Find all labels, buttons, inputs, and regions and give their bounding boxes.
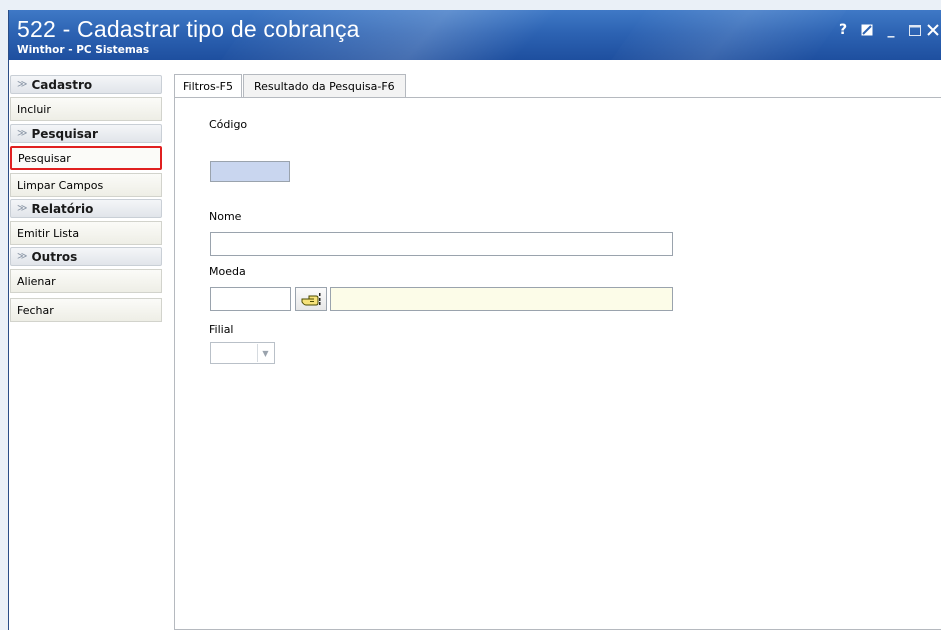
sidebar-item-pesquisar[interactable]: Pesquisar (10, 146, 162, 170)
title-bar: 522 - Cadastrar tipo de cobrança Winthor… (9, 10, 941, 60)
moeda-label: Moeda (209, 265, 246, 278)
filial-label: Filial (209, 323, 234, 336)
chevron-down-icon: ▼ (257, 344, 273, 362)
nome-label: Nome (209, 210, 242, 223)
minimize-button[interactable]: _ (879, 20, 903, 40)
moeda-input[interactable] (210, 287, 291, 311)
sidebar-section-cadastro[interactable]: ≫ Cadastro (10, 75, 162, 94)
filial-select[interactable]: ▼ (210, 342, 275, 364)
window-title: 522 - Cadastrar tipo de cobrança (17, 16, 360, 42)
maximize-icon (909, 24, 921, 36)
help-button[interactable]: ? (831, 20, 855, 40)
window-controls: ? _ (831, 20, 941, 40)
double-chevron-down-icon: ≫ (17, 203, 28, 214)
double-chevron-down-icon: ≫ (17, 251, 28, 262)
sidebar-item-limpar-campos[interactable]: Limpar Campos (10, 173, 162, 197)
sidebar-item-incluir[interactable]: Incluir (10, 97, 162, 121)
sidebar-item-fechar[interactable]: Fechar (10, 298, 162, 322)
app-window: 522 - Cadastrar tipo de cobrança Winthor… (8, 10, 941, 630)
close-icon (927, 24, 939, 36)
sidebar-item-alienar[interactable]: Alienar (10, 269, 162, 293)
sidebar-section-title: Pesquisar (31, 126, 98, 141)
codigo-input[interactable] (210, 161, 290, 182)
double-chevron-down-icon: ≫ (17, 79, 28, 90)
moeda-description-input[interactable] (330, 287, 673, 311)
restore-icon (861, 24, 873, 36)
codigo-label: Código (209, 118, 248, 131)
sidebar-section-title: Relatório (31, 201, 94, 216)
tab-filtros[interactable]: Filtros-F5 (174, 74, 242, 98)
sidebar-section-pesquisar[interactable]: ≫ Pesquisar (10, 124, 162, 143)
close-button[interactable] (927, 20, 941, 40)
sidebar: ≫ Cadastro Incluir ≫ Pesquisar Pesquisar… (10, 74, 162, 630)
tab-bar: Filtros-F5 Resultado da Pesquisa-F6 (174, 74, 407, 98)
sidebar-item-emitir-lista[interactable]: Emitir Lista (10, 221, 162, 245)
nome-input[interactable] (210, 232, 673, 256)
maximize-button[interactable] (903, 20, 927, 40)
sidebar-section-title: Cadastro (31, 77, 93, 92)
pointing-hand-icon (301, 293, 321, 306)
sidebar-section-title: Outros (31, 249, 78, 264)
window-subtitle: Winthor - PC Sistemas (17, 44, 150, 56)
sidebar-section-outros[interactable]: ≫ Outros (10, 247, 162, 266)
double-chevron-down-icon: ≫ (17, 128, 28, 139)
moeda-lookup-button[interactable] (295, 287, 327, 311)
sidebar-section-relatorio[interactable]: ≫ Relatório (10, 199, 162, 218)
main-content: Filtros-F5 Resultado da Pesquisa-F6 Códi… (174, 74, 941, 630)
filter-panel: Código Nome Moeda Filial ▼ (174, 97, 941, 630)
restore-button[interactable] (855, 20, 879, 40)
tab-resultado-pesquisa[interactable]: Resultado da Pesquisa-F6 (243, 74, 406, 97)
